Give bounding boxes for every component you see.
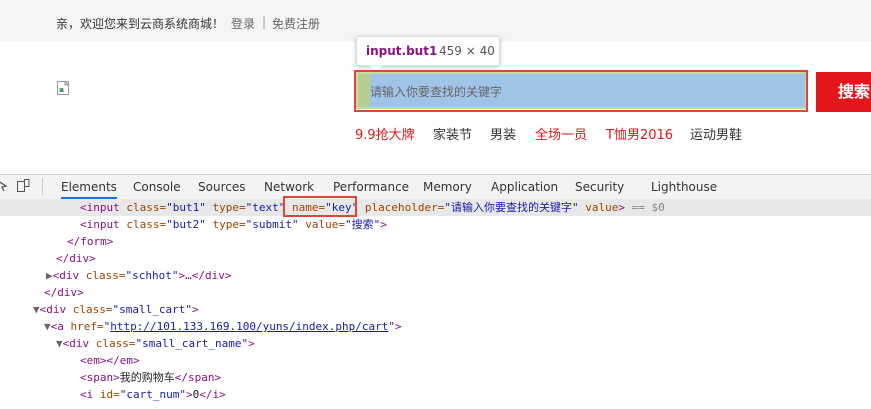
tooltip-size: 459 × 40 xyxy=(439,44,495,58)
register-link[interactable]: 免费注册 xyxy=(272,15,320,32)
broken-image-icon xyxy=(57,80,70,95)
tab-console[interactable]: Console xyxy=(133,180,181,194)
search-area: 请输入你要查找的关键字 xyxy=(354,70,812,112)
collapse-triangle-icon: ▼ xyxy=(33,303,40,316)
collapse-triangle-icon: ▼ xyxy=(44,320,51,333)
dom-node-line[interactable]: ▶<div class="schhot">…</div> xyxy=(0,267,871,284)
tab-performance[interactable]: Performance xyxy=(333,180,409,194)
hotword-link[interactable]: 全场一员 xyxy=(535,124,587,143)
inspect-icon[interactable] xyxy=(0,179,8,196)
dom-node-line[interactable]: ▼<a href="http://101.133.169.100/yuns/in… xyxy=(0,318,871,335)
elements-panel: <input class="but1" type="text" name="ke… xyxy=(0,199,871,409)
separator: | xyxy=(262,15,267,29)
dom-node-line[interactable]: <input class="but2" type="submit" value=… xyxy=(0,216,871,233)
dom-node-line[interactable]: </div> xyxy=(0,284,871,301)
annotation-box-name-attr xyxy=(283,196,357,217)
toolbar-divider xyxy=(42,178,43,195)
dom-node-line[interactable]: <span>我的购物车</span> xyxy=(0,369,871,386)
hotword-link[interactable]: 男装 xyxy=(490,124,516,143)
tab-network[interactable]: Network xyxy=(264,180,314,194)
tab-application[interactable]: Application xyxy=(491,180,558,194)
dom-node-line[interactable]: </div> xyxy=(0,250,871,267)
device-toggle-icon[interactable] xyxy=(16,179,30,196)
dom-node-line[interactable]: <i id="cart_num">0</i> xyxy=(0,386,871,403)
dom-node-line[interactable]: ▼<div class="small_cart_name"> xyxy=(0,335,871,352)
welcome-text: 亲，欢迎您来到云商系统商城！ xyxy=(56,17,225,31)
search-button[interactable]: 搜索 xyxy=(816,72,871,112)
hotword-link[interactable]: 运动男鞋 xyxy=(690,124,742,143)
tab-elements[interactable]: Elements xyxy=(61,180,117,199)
tooltip-selector: input.but1 xyxy=(366,44,438,58)
hotword-link[interactable]: T恤男2016 xyxy=(606,124,673,143)
devtools-toolbar: Elements Console Sources Network Perform… xyxy=(0,174,871,200)
collapse-triangle-icon: ▼ xyxy=(56,337,63,350)
hotword-link[interactable]: 9.9抢大牌 xyxy=(355,124,415,143)
tab-memory[interactable]: Memory xyxy=(423,180,472,194)
tab-security[interactable]: Security xyxy=(575,180,624,194)
login-link[interactable]: 登录 xyxy=(231,15,255,32)
expand-triangle-icon: ▶ xyxy=(46,269,53,282)
hotword-link[interactable]: 家装节 xyxy=(433,124,472,143)
dom-node-line[interactable]: <em></em> xyxy=(0,352,871,369)
annotation-box xyxy=(354,70,808,112)
href-link[interactable]: http://101.133.169.100/yuns/index.php/ca… xyxy=(110,320,388,333)
dom-node-line[interactable]: ▼<div class="small_cart"> xyxy=(0,301,871,318)
dom-node-line-selected[interactable]: <input class="but1" type="text" name="ke… xyxy=(0,199,871,216)
tab-sources[interactable]: Sources xyxy=(198,180,245,194)
dom-node-line[interactable]: </form> xyxy=(0,233,871,250)
tab-lighthouse[interactable]: Lighthouse xyxy=(651,180,717,194)
inspector-tooltip: input.but1 459 × 40 xyxy=(356,36,500,72)
